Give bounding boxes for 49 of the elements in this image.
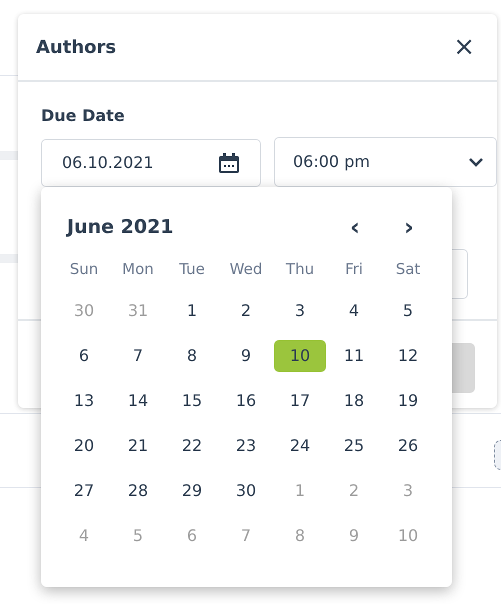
calendar-day[interactable]: 7: [112, 340, 164, 372]
weekday-label: Sat: [394, 258, 422, 280]
calendar-day[interactable]: 9: [220, 340, 272, 372]
calendar-day[interactable]: 20: [58, 430, 110, 462]
calendar-day[interactable]: 14: [112, 384, 164, 416]
calendar-day[interactable]: 11: [328, 340, 380, 372]
close-button[interactable]: ×: [449, 34, 479, 60]
weekday-label: Mon: [121, 258, 155, 280]
calendar-day[interactable]: 26: [382, 430, 434, 462]
chevron-down-icon: [468, 157, 484, 167]
calendar-day[interactable]: 5: [382, 294, 434, 326]
calendar-day[interactable]: 13: [58, 384, 110, 416]
calendar-day[interactable]: 15: [166, 384, 218, 416]
calendar-day[interactable]: 19: [382, 384, 434, 416]
calendar-day[interactable]: 8: [166, 340, 218, 372]
calendar-day[interactable]: 25: [328, 430, 380, 462]
calendar-day[interactable]: 10: [274, 340, 326, 372]
weekday-label: Thu: [284, 258, 316, 280]
calendar-day[interactable]: 30: [220, 474, 272, 506]
calendar-day[interactable]: 27: [58, 474, 110, 506]
calendar-day[interactable]: 24: [274, 430, 326, 462]
calendar-day[interactable]: 6: [58, 340, 110, 372]
calendar-day[interactable]: 1: [166, 294, 218, 326]
calendar-day[interactable]: 23: [220, 430, 272, 462]
weekday-label: Wed: [228, 258, 264, 280]
calendar-day[interactable]: 17: [274, 384, 326, 416]
next-month-button[interactable]: ›: [382, 215, 436, 240]
calendar-day[interactable]: 22: [166, 430, 218, 462]
calendar-day[interactable]: 28: [112, 474, 164, 506]
month-title: June 2021: [65, 215, 174, 240]
calendar-day[interactable]: 2: [220, 294, 272, 326]
calendar-day[interactable]: 21: [112, 430, 164, 462]
calendar-day[interactable]: 29: [166, 474, 218, 506]
calendar-day[interactable]: 4: [328, 294, 380, 326]
calendar-icon: [218, 152, 240, 174]
weekday-label: Sun: [68, 258, 100, 280]
calendar-day[interactable]: 3: [274, 294, 326, 326]
calendar-day[interactable]: 18: [328, 384, 380, 416]
time-value: 06:00 pm: [293, 151, 370, 173]
avatar-placeholder-icon: [494, 440, 501, 470]
calendar-day[interactable]: 12: [382, 340, 434, 372]
weekday-label: Tue: [178, 258, 206, 280]
calendar-day[interactable]: 16: [220, 384, 272, 416]
time-select[interactable]: 06:00 pm: [274, 137, 497, 187]
weekday-label: Fri: [344, 258, 364, 280]
field-label: Due Date: [41, 105, 126, 127]
previous-month-button[interactable]: ‹: [328, 215, 382, 240]
date-value: 06.10.2021: [62, 152, 154, 174]
modal-title: Authors: [36, 36, 116, 60]
